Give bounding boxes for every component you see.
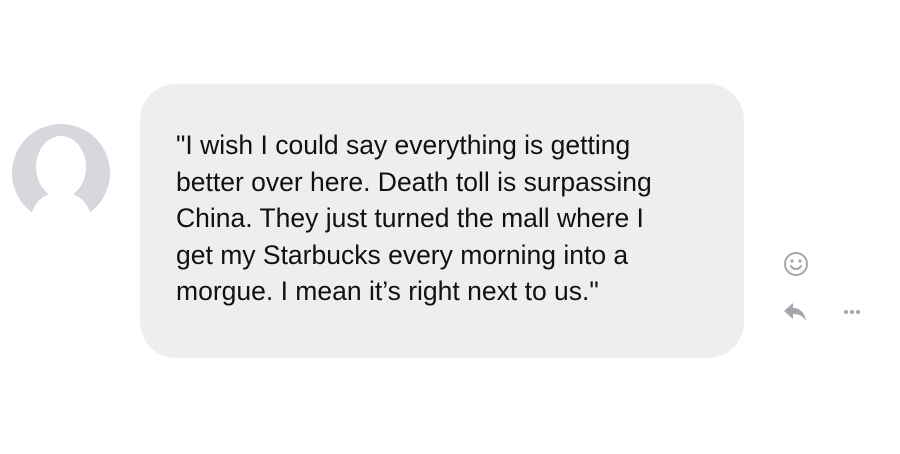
reply-arrow-icon[interactable] xyxy=(782,300,810,324)
profile-avatar[interactable] xyxy=(12,124,110,222)
smiley-face-icon[interactable] xyxy=(782,250,810,278)
message-bubble[interactable]: "I wish I could say everything is gettin… xyxy=(140,84,744,358)
more-dots-icon[interactable] xyxy=(838,300,866,324)
message-text: "I wish I could say everything is gettin… xyxy=(176,130,652,306)
